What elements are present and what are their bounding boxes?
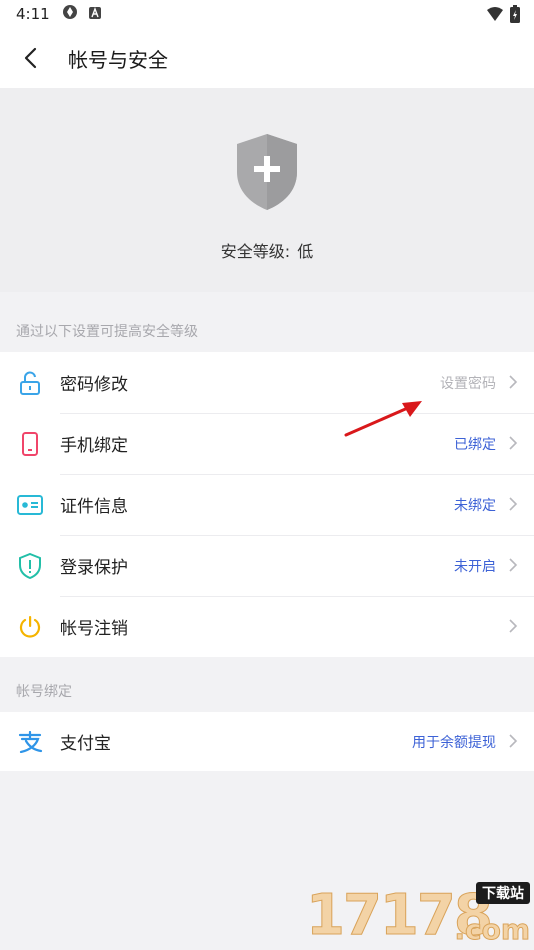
status-time: 4:11 [16, 5, 50, 23]
item-status: 未绑定 [454, 497, 496, 514]
security-level-value: 低 [297, 242, 314, 261]
item-status: 未开启 [454, 558, 496, 575]
chevron-right-icon [509, 558, 518, 572]
sync-icon [62, 4, 78, 24]
chevron-right-icon [509, 734, 518, 748]
unlock-icon [16, 369, 44, 397]
item-label: 支付宝 [60, 734, 111, 754]
security-level-text: 安全等级: 低 [0, 238, 534, 262]
app-notification-icon [88, 5, 102, 24]
list-item-id-info[interactable]: 证件信息 未绑定 [0, 474, 534, 535]
chevron-right-icon [509, 375, 518, 389]
security-settings-list: 密码修改 设置密码 手机绑定 已绑定 证件信息 未绑定 登录保护 未开启 帐号注… [0, 352, 534, 657]
watermark-suffix: .com [454, 913, 531, 947]
item-status: 已绑定 [454, 436, 496, 453]
title-bar: 帐号与安全 [0, 28, 534, 88]
shield-plus-icon [237, 134, 297, 210]
wifi-icon [486, 6, 504, 26]
list-item-password[interactable]: 密码修改 设置密码 [0, 352, 534, 413]
item-label: 帐号注销 [60, 619, 128, 639]
annotation-arrow [344, 401, 422, 437]
page-title: 帐号与安全 [68, 47, 168, 72]
list-item-phone[interactable]: 手机绑定 已绑定 [0, 413, 534, 474]
back-button[interactable] [2, 28, 58, 88]
chevron-right-icon [509, 619, 518, 633]
alipay-icon [16, 728, 44, 756]
phone-icon [16, 430, 44, 458]
list-item-login-protection[interactable]: 登录保护 未开启 [0, 535, 534, 596]
list-item-account-deletion[interactable]: 帐号注销 [0, 596, 534, 657]
chevron-right-icon [509, 497, 518, 511]
item-status: 用于余额提现 [412, 734, 496, 751]
chevron-right-icon [509, 436, 518, 450]
shield-alert-icon [16, 552, 44, 580]
id-card-icon [16, 491, 44, 519]
watermark-tag: 下载站 [476, 882, 530, 904]
item-label: 手机绑定 [60, 436, 128, 456]
security-section-label: 通过以下设置可提高安全等级 [16, 324, 198, 340]
watermark-logo: 17178 下载站 .com [304, 880, 534, 950]
power-icon [16, 613, 44, 641]
item-status: 设置密码 [440, 375, 496, 392]
status-bar: 4:11 [0, 0, 534, 28]
item-label: 证件信息 [60, 497, 128, 517]
battery-icon [510, 5, 520, 27]
binding-section-label: 帐号绑定 [16, 684, 72, 700]
item-label: 密码修改 [60, 375, 128, 395]
security-level-panel: 安全等级: 低 [0, 88, 534, 292]
account-binding-list: 支付宝 用于余额提现 [0, 712, 534, 771]
list-item-alipay[interactable]: 支付宝 用于余额提现 [0, 712, 534, 771]
security-level-label: 安全等级: [220, 242, 291, 261]
chevron-left-icon [24, 47, 37, 69]
item-label: 登录保护 [60, 558, 128, 578]
